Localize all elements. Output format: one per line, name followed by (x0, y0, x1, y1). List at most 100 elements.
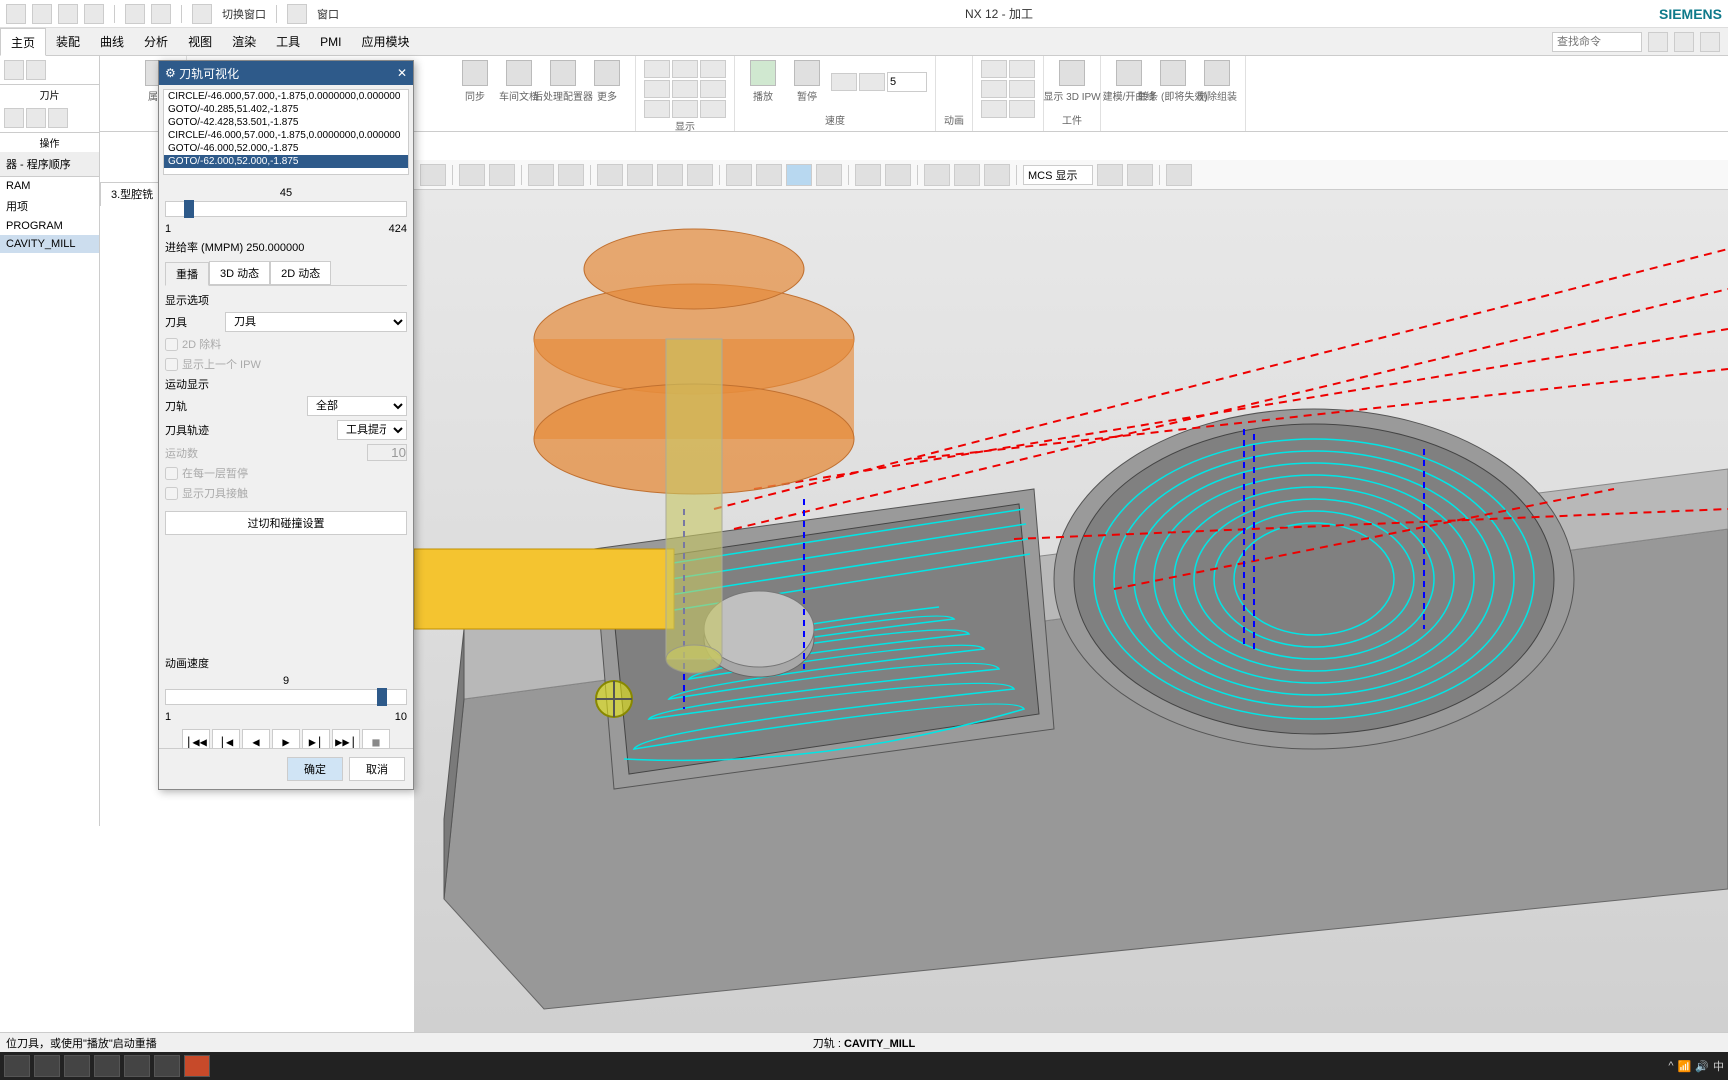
st-icon-16[interactable] (924, 164, 950, 186)
window-icon[interactable] (287, 4, 307, 24)
nc-line[interactable]: CIRCLE/-46.000,57.000,-1.875,0.0000000,0… (164, 90, 408, 103)
task-app-5[interactable] (154, 1055, 180, 1077)
window-label[interactable]: 窗口 (317, 6, 339, 22)
tray-sound-icon[interactable]: 🔊 (1695, 1060, 1709, 1073)
tab-home[interactable]: 主页 (0, 28, 46, 56)
lp-icon-5[interactable] (48, 108, 68, 128)
task-app-3[interactable] (94, 1055, 120, 1077)
sync-button[interactable]: 同步 (455, 60, 495, 103)
new-icon[interactable] (125, 4, 145, 24)
tray-network-icon[interactable]: 📶 (1678, 1060, 1692, 1073)
st-icon-12[interactable] (786, 164, 812, 186)
st-icon-7[interactable] (627, 164, 653, 186)
st-icon-2[interactable] (459, 164, 485, 186)
st-icon-4[interactable] (528, 164, 554, 186)
disp-mini-9[interactable] (700, 100, 726, 118)
st-icon-19[interactable] (1097, 164, 1123, 186)
nc-line[interactable]: GOTO/-42.428,53.501,-1.875 (164, 116, 408, 129)
step-fwd-icon[interactable] (859, 73, 885, 91)
trans-eff-button[interactable]: 转条 (即将失效) (1153, 60, 1193, 103)
mcs-display[interactable] (1023, 165, 1093, 185)
tab-curve[interactable]: 曲线 (90, 28, 134, 56)
nc-line-selected[interactable]: GOTO/-62.000,52.000,-1.875 (164, 155, 408, 168)
nc-line[interactable]: GOTO/-46.000,52.000,-1.875 (164, 142, 408, 155)
close-icon[interactable]: ✕ (397, 66, 407, 80)
nc-lines-list[interactable]: CIRCLE/-46.000,57.000,-1.875,0.0000000,0… (163, 89, 409, 175)
st-icon-10[interactable] (726, 164, 752, 186)
tab-app[interactable]: 应用模块 (351, 28, 419, 56)
tool-mini-4[interactable] (1009, 80, 1035, 98)
task-app-2[interactable] (64, 1055, 90, 1077)
postconfig-button[interactable]: 后处理配置器 (543, 60, 583, 103)
collapse-ribbon-icon[interactable] (1700, 32, 1720, 52)
st-icon-3[interactable] (489, 164, 515, 186)
disp-mini-5[interactable] (672, 80, 698, 98)
disp-mini-3[interactable] (700, 60, 726, 78)
task-app-1[interactable] (34, 1055, 60, 1077)
tab-tools[interactable]: 工具 (266, 28, 310, 56)
st-icon-5[interactable] (558, 164, 584, 186)
2d-remove-checkbox[interactable] (165, 338, 178, 351)
dialog-titlebar[interactable]: ⚙ 刀轨可视化 ✕ (159, 61, 413, 85)
show-contact-checkbox[interactable] (165, 487, 178, 500)
switch-window-icon[interactable] (192, 4, 212, 24)
redo-icon[interactable] (32, 4, 52, 24)
lp-icon-2[interactable] (26, 60, 46, 80)
st-icon-1[interactable] (420, 164, 446, 186)
ok-button[interactable]: 确定 (287, 757, 343, 781)
disp-mini-8[interactable] (672, 100, 698, 118)
motion-count-input[interactable] (367, 444, 407, 461)
anim-speed-slider[interactable] (165, 689, 407, 705)
tab-analyze[interactable]: 分析 (134, 28, 178, 56)
st-icon-18[interactable] (984, 164, 1010, 186)
search-icon[interactable] (1648, 32, 1668, 52)
st-icon-15[interactable] (885, 164, 911, 186)
st-icon-8[interactable] (657, 164, 683, 186)
path-select[interactable]: 全部 (307, 396, 407, 416)
disp-mini-6[interactable] (700, 80, 726, 98)
st-icon-13[interactable] (816, 164, 842, 186)
step-back-icon[interactable] (831, 73, 857, 91)
disp-mini-7[interactable] (644, 100, 670, 118)
disp-mini-1[interactable] (644, 60, 670, 78)
gouge-settings-button[interactable]: 过切和碰撞设置 (165, 511, 407, 535)
tab-pmi[interactable]: PMI (310, 28, 351, 56)
tool-mini-2[interactable] (1009, 60, 1035, 78)
speed-input[interactable] (887, 72, 927, 92)
st-icon-9[interactable] (687, 164, 713, 186)
start-icon[interactable] (4, 1055, 30, 1077)
task-powerpoint[interactable] (184, 1055, 210, 1077)
nc-line[interactable]: CIRCLE/-46.000,57.000,-1.875,0.0000000,0… (164, 129, 408, 142)
cancel-button[interactable]: 取消 (349, 757, 405, 781)
tool-mini-6[interactable] (1009, 100, 1035, 118)
st-icon-17[interactable] (954, 164, 980, 186)
show-3d-ipw-button[interactable]: 显示 3D IPW (1052, 60, 1092, 103)
st-icon-14[interactable] (855, 164, 881, 186)
st-icon-21[interactable] (1166, 164, 1192, 186)
tree-item-use[interactable]: 用项 (0, 195, 99, 217)
search-input[interactable] (1552, 32, 1642, 52)
more-button[interactable]: 更多 (587, 60, 627, 103)
tab-assembly[interactable]: 装配 (46, 28, 90, 56)
copy-icon[interactable] (84, 4, 104, 24)
tray-ime[interactable]: 中 (1713, 1058, 1724, 1074)
pause-layer-checkbox[interactable] (165, 467, 178, 480)
tree-item-program[interactable]: PROGRAM (0, 217, 99, 235)
tray-chevron-up-icon[interactable]: ^ (1668, 1060, 1673, 1072)
tab-replay[interactable]: 重播 (165, 262, 209, 286)
fullscreen-icon[interactable] (1674, 32, 1694, 52)
open-icon[interactable] (151, 4, 171, 24)
tool-mini-3[interactable] (981, 80, 1007, 98)
tool-mini-1[interactable] (981, 60, 1007, 78)
tool-select[interactable]: 刀具 (225, 312, 407, 332)
trace-select[interactable]: 工具提示 (337, 420, 407, 440)
cut-icon[interactable] (58, 4, 78, 24)
tab-3d-dynamic[interactable]: 3D 动态 (209, 261, 270, 285)
st-icon-11[interactable] (756, 164, 782, 186)
tab-cavity-mill[interactable]: 3.型腔铣 (100, 182, 164, 206)
tree-item-cavity-mill[interactable]: CAVITY_MILL (0, 235, 99, 253)
play-button[interactable]: 播放 (743, 60, 783, 103)
nc-line[interactable]: GOTO/-40.285,51.402,-1.875 (164, 103, 408, 116)
disp-mini-2[interactable] (672, 60, 698, 78)
pause-button[interactable]: 暂停 (787, 60, 827, 103)
